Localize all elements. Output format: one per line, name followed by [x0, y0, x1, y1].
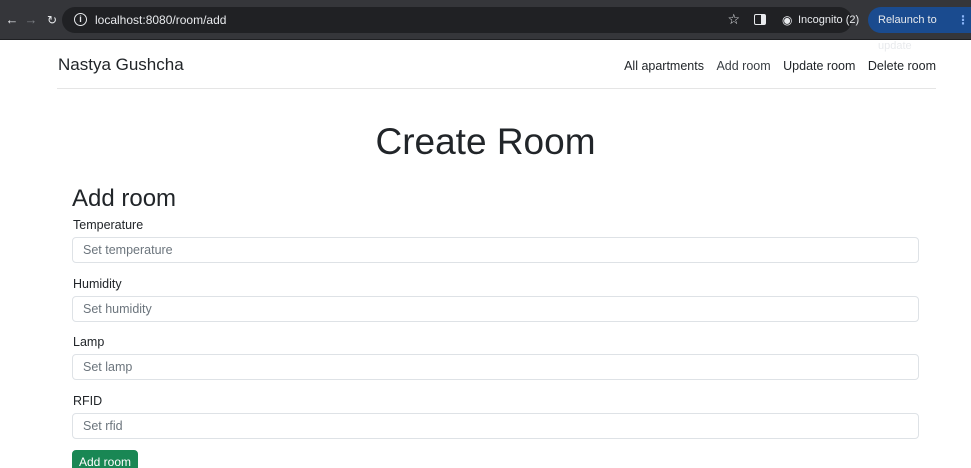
kebab-menu-icon[interactable]: ⋮	[957, 7, 969, 33]
temperature-label: Temperature	[73, 218, 144, 232]
address-url[interactable]: localhost:8080/room/add	[95, 12, 226, 28]
incognito-indicator[interactable]: ◉ Incognito (2)	[780, 10, 859, 30]
address-bar[interactable]: i localhost:8080/room/add ☆	[62, 7, 852, 33]
rfid-label: RFID	[73, 394, 103, 408]
site-header: Nastya Gushcha All apartments Add room U…	[57, 40, 936, 89]
incognito-label: Incognito (2)	[798, 14, 860, 26]
lamp-input[interactable]	[72, 354, 919, 380]
site-info-icon[interactable]: i	[74, 13, 87, 26]
bookmark-star-icon[interactable]: ☆	[727, 11, 740, 27]
nav-link-all-apartments[interactable]: All apartments	[624, 59, 704, 73]
nav-link-delete-room[interactable]: Delete room	[868, 59, 936, 73]
site-brand[interactable]: Nastya Gushcha	[58, 54, 184, 76]
nav-link-add-room[interactable]: Add room	[716, 59, 770, 73]
add-room-submit-button[interactable]: Add room	[72, 450, 138, 468]
back-arrow-icon[interactable]: ←	[5, 13, 19, 27]
forward-arrow-icon[interactable]: →	[24, 13, 38, 27]
main-nav: All apartments Add room Update room Dele…	[624, 58, 936, 74]
side-panel-icon[interactable]	[754, 14, 766, 25]
humidity-input[interactable]	[72, 296, 919, 322]
rfid-input[interactable]	[72, 413, 919, 439]
temperature-input[interactable]	[72, 237, 919, 263]
form-title: Add room	[72, 185, 177, 212]
relaunch-button[interactable]: Relaunch to update ⋮	[868, 7, 971, 52]
browser-toolbar: ← → ↻ i localhost:8080/room/add ☆ ◉ Inco…	[0, 0, 971, 52]
humidity-label: Humidity	[73, 277, 122, 291]
lamp-label: Lamp	[73, 335, 105, 349]
nav-link-update-room[interactable]: Update room	[783, 59, 855, 73]
incognito-icon: ◉	[782, 13, 793, 27]
reload-icon[interactable]: ↻	[45, 13, 59, 27]
page-title: Create Room	[375, 121, 596, 162]
